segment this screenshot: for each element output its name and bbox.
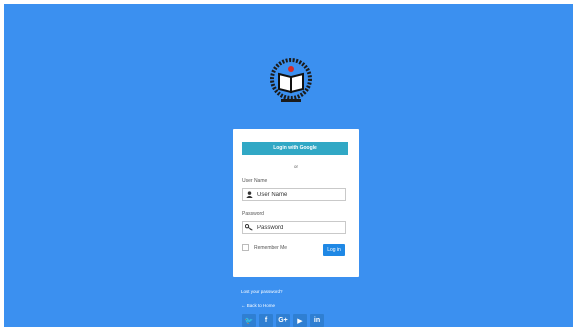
remember-me-label: Remember Me — [254, 244, 288, 251]
password-label: Password — [242, 211, 264, 217]
remember-me[interactable]: Remember Me — [242, 244, 287, 251]
username-field[interactable] — [242, 188, 346, 201]
back-to-home-link[interactable]: ← Back to Home — [241, 303, 275, 308]
facebook-icon[interactable]: f — [259, 314, 273, 327]
google-login-button[interactable]: Login with Google — [242, 142, 348, 155]
youtube-icon[interactable]: ▶ — [293, 314, 307, 327]
or-divider: or — [293, 164, 298, 169]
username-input[interactable] — [255, 191, 343, 198]
key-icon — [243, 224, 255, 231]
site-logo — [270, 58, 312, 102]
google-plus-icon[interactable]: G+ — [276, 314, 290, 327]
lost-password-link[interactable]: Lost your password? — [241, 289, 283, 294]
user-icon — [243, 191, 255, 198]
social-links: 🐦 f G+ ▶ in — [242, 314, 324, 327]
linkedin-icon[interactable]: in — [310, 314, 324, 327]
password-input[interactable] — [255, 224, 343, 231]
login-card: Login with Google or User Name Password … — [233, 129, 359, 277]
twitter-icon[interactable]: 🐦 — [242, 314, 256, 327]
login-button[interactable]: Log in — [323, 244, 345, 256]
password-field[interactable] — [242, 221, 346, 234]
remember-me-checkbox[interactable] — [242, 244, 249, 251]
username-label: User Name — [242, 178, 268, 184]
